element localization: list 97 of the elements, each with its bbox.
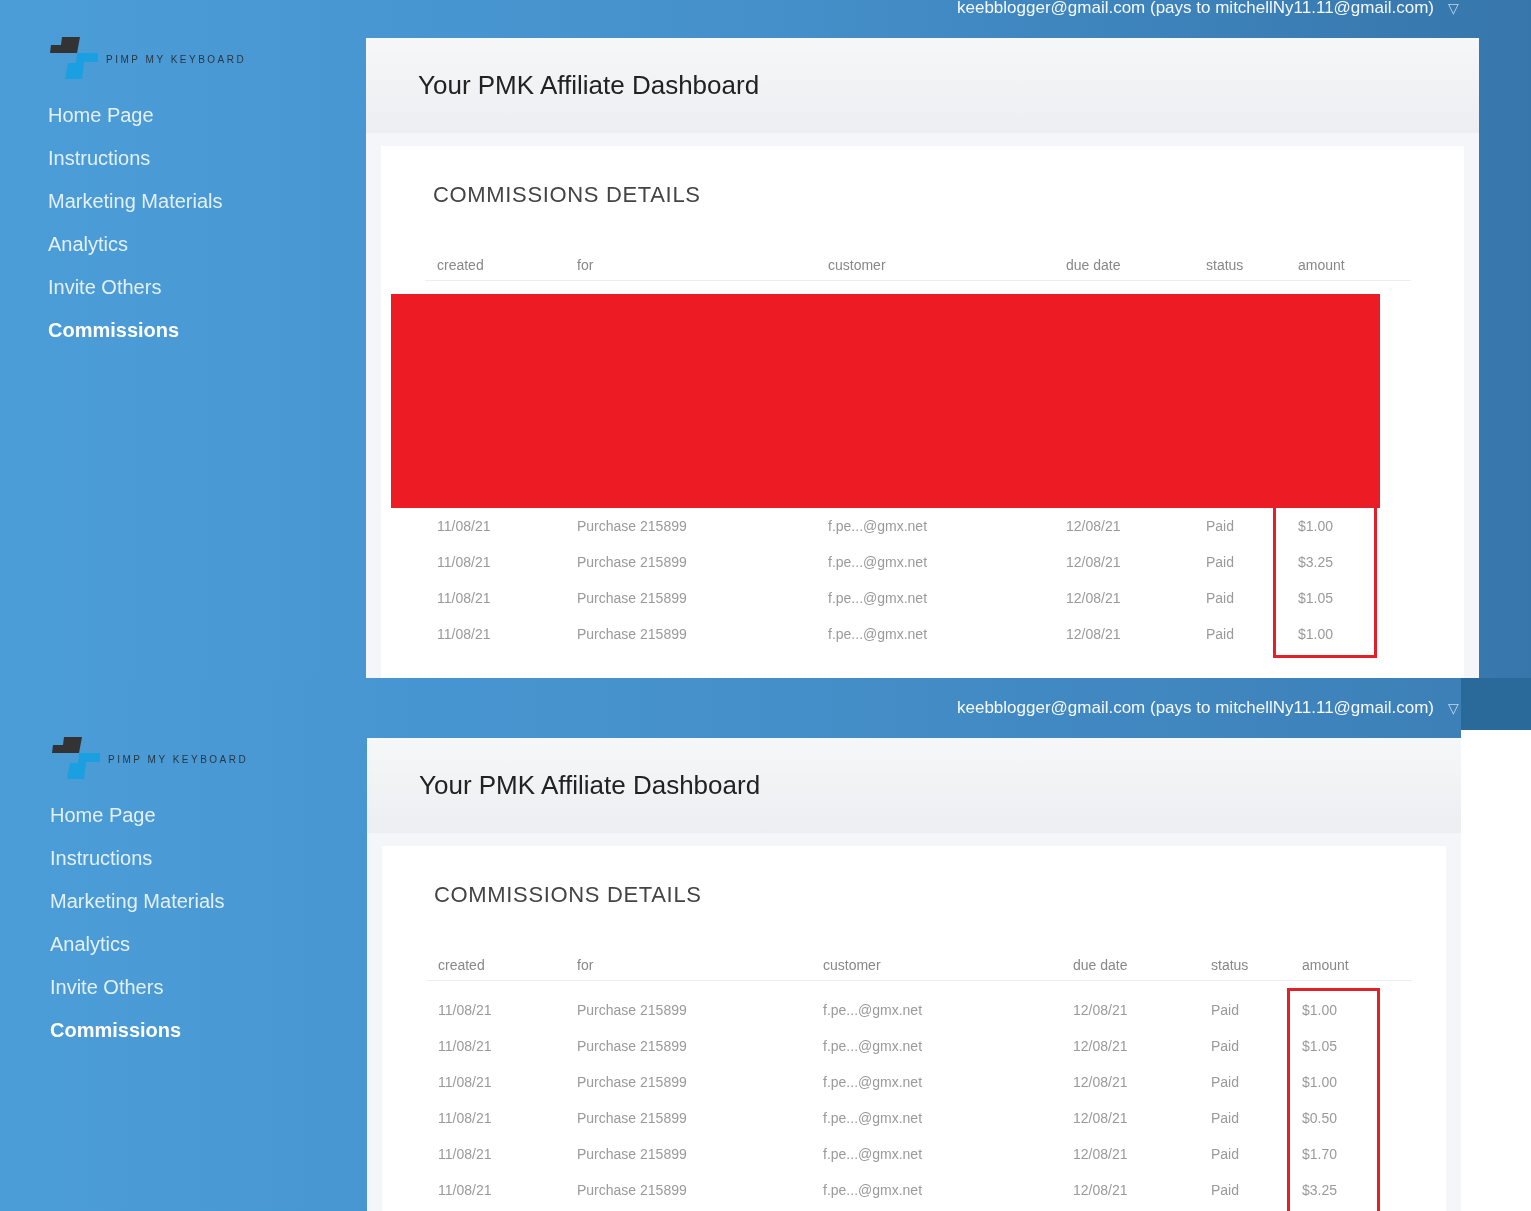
table-cell-text: Paid (1211, 1072, 1241, 1092)
table-cell-text: Paid (1211, 1036, 1241, 1056)
table-cell-text: 12/08/21 (1073, 1108, 1129, 1128)
column-header: customer (823, 956, 882, 975)
table-cell-text: Purchase 215899 (577, 1072, 688, 1092)
table-cell-text: $3.25 (1302, 1180, 1339, 1200)
table-cell-text: 11/08/21 (438, 1072, 493, 1092)
account-dropdown-caret[interactable]: ▽ (1448, 0, 1459, 19)
table-cell-text: $3.25 (1298, 552, 1335, 572)
table-cell-text: 11/08/21 (438, 1000, 493, 1020)
nav-link[interactable]: Instructions (48, 136, 366, 179)
table-cell-text: f.pe...@gmx.net (823, 1108, 924, 1128)
table-cell-text: f.pe...@gmx.net (823, 1180, 924, 1200)
table-cell-text: Purchase 215899 (577, 588, 688, 608)
nav-link[interactable]: Home Page (50, 793, 367, 836)
nav-link[interactable]: Commissions (50, 1008, 367, 1051)
table-cell-text: Paid (1211, 1180, 1241, 1200)
table-cell-text: f.pe...@gmx.net (828, 624, 929, 644)
table-cell-text: Paid (1211, 1000, 1241, 1020)
table-cell-text: $1.00 (1298, 624, 1335, 644)
table-cell-text: $1.00 (1302, 1000, 1339, 1020)
table-cell-text: 11/08/21 (437, 516, 492, 536)
account-dropdown-caret[interactable]: ▽ (1448, 697, 1459, 719)
nav-link[interactable]: Invite Others (48, 265, 366, 308)
table-cell-text: 12/08/21 (1066, 552, 1122, 572)
table-cell-text: 12/08/21 (1073, 1072, 1129, 1092)
table-cell-text: f.pe...@gmx.net (828, 516, 929, 536)
table-cell-text: 12/08/21 (1066, 588, 1122, 608)
table-cell-text: Purchase 215899 (577, 1180, 688, 1200)
logo-icon (48, 37, 98, 81)
table-cell-text: 12/08/21 (1073, 1180, 1129, 1200)
table-cell-text: Paid (1206, 516, 1236, 536)
background-strip (1461, 678, 1531, 730)
table-cell-text: 12/08/21 (1066, 624, 1122, 644)
table-cell-text: $1.00 (1302, 1072, 1339, 1092)
table-cell-text: f.pe...@gmx.net (823, 1072, 924, 1092)
section-title: COMMISSIONS DETAILS (434, 881, 703, 904)
table-cell-text: 11/08/21 (438, 1180, 493, 1200)
table-cell-text: f.pe...@gmx.net (828, 588, 929, 608)
table-cell-text: f.pe...@gmx.net (823, 1036, 924, 1056)
nav-link[interactable]: Instructions (50, 836, 367, 879)
nav-link[interactable]: Home Page (48, 93, 366, 136)
table-cell-text: Paid (1206, 552, 1236, 572)
table-cell-text: $1.05 (1302, 1036, 1339, 1056)
table-cell-text: 12/08/21 (1066, 516, 1122, 536)
column-header: due date (1073, 956, 1129, 975)
table-cell-text: Purchase 215899 (577, 624, 688, 644)
account-email: keebblogger@gmail.com (pays to mitchellNy11.11@gmail.com) (957, 697, 1434, 720)
account-email: keebblogger@gmail.com (pays to mitchellNy11.11@gmail.com) (957, 0, 1434, 20)
column-header: created (438, 956, 486, 975)
column-header: for (577, 256, 595, 275)
table-cell-text: 11/08/21 (437, 552, 492, 572)
nav-link[interactable]: Analytics (48, 222, 366, 265)
table-cell-text: f.pe...@gmx.net (823, 1144, 924, 1164)
table-cell-text: Paid (1206, 624, 1236, 644)
column-header: for (577, 956, 595, 975)
table-cell-text: 12/08/21 (1073, 1000, 1129, 1020)
table-cell-text: $1.00 (1298, 516, 1335, 536)
column-header: amount (1298, 256, 1346, 275)
table-cell-text: Purchase 215899 (577, 516, 688, 536)
nav-link[interactable]: Marketing Materials (48, 179, 366, 222)
page-title: Your PMK Affiliate Dashboard (419, 769, 761, 802)
table-cell-text: Paid (1211, 1144, 1241, 1164)
table-cell-text: Purchase 215899 (577, 1000, 688, 1020)
table-cell-text: Paid (1206, 588, 1236, 608)
column-header: amount (1302, 956, 1350, 975)
table-cell-text: Paid (1211, 1108, 1241, 1128)
nav-link[interactable]: Analytics (50, 922, 367, 965)
nav-link[interactable]: Commissions (48, 308, 366, 351)
column-header: created (437, 256, 485, 275)
table-cell-text: f.pe...@gmx.net (828, 552, 929, 572)
table-cell-text: 11/08/21 (438, 1144, 493, 1164)
nav-link[interactable]: Marketing Materials (50, 879, 367, 922)
section-title: COMMISSIONS DETAILS (433, 181, 702, 204)
table-cell-text: $1.70 (1302, 1144, 1339, 1164)
table-cell-text: 11/08/21 (438, 1108, 493, 1128)
column-header: customer (828, 256, 887, 275)
nav-link[interactable]: Invite Others (50, 965, 367, 1008)
table-cell-text: f.pe...@gmx.net (823, 1000, 924, 1020)
table-cell-text: 11/08/21 (437, 588, 492, 608)
column-header: status (1211, 956, 1250, 975)
column-header: due date (1066, 256, 1122, 275)
table-cell-text: $1.05 (1298, 588, 1335, 608)
table-cell-text: Purchase 215899 (577, 1036, 688, 1056)
table-cell-text: $0.50 (1302, 1108, 1339, 1128)
logo-text: PIMP MY KEYBOARD (106, 52, 247, 67)
table-cell-text: 12/08/21 (1073, 1144, 1129, 1164)
table-cell-text: 11/08/21 (437, 624, 492, 644)
table-cell-text: Purchase 215899 (577, 1108, 688, 1128)
table-cell-text: 11/08/21 (438, 1036, 493, 1056)
logo-text: PIMP MY KEYBOARD (108, 752, 249, 767)
table-cell-text: 12/08/21 (1073, 1036, 1129, 1056)
table-cell-text: Purchase 215899 (577, 1144, 688, 1164)
logo-icon (50, 737, 100, 781)
page-title: Your PMK Affiliate Dashboard (418, 69, 760, 102)
table-cell-text: Purchase 215899 (577, 552, 688, 572)
column-header: status (1206, 256, 1245, 275)
